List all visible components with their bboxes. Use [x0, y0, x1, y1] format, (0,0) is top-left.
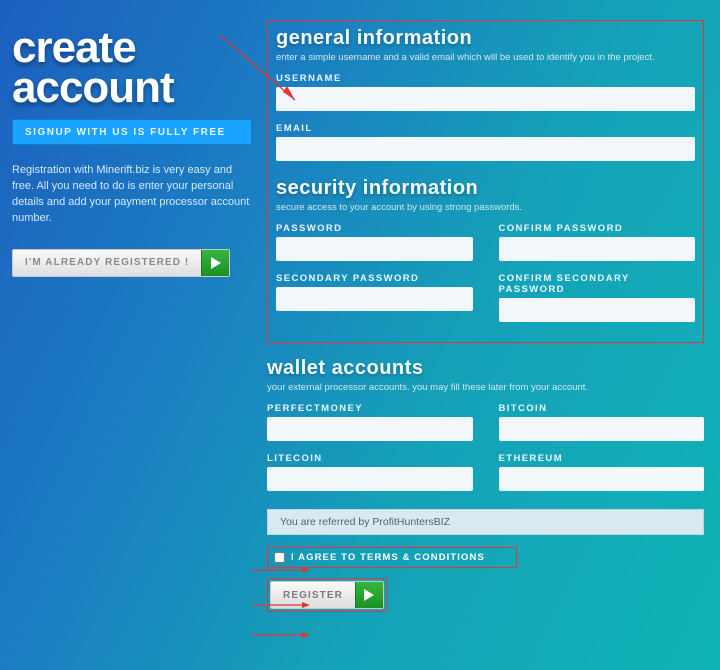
ethereum-label: ETHEREUM [499, 453, 705, 464]
ethereum-input[interactable] [499, 467, 705, 491]
signup-free-chip: SIGNUP WITH US IS FULLY FREE [12, 119, 252, 145]
litecoin-label: LITECOIN [267, 453, 473, 464]
password-label: PASSWORD [276, 223, 473, 234]
perfectmoney-input[interactable] [267, 417, 473, 441]
wallet-title: wallet accounts [267, 357, 704, 380]
username-input[interactable] [276, 87, 695, 111]
page-title: create account [12, 28, 253, 107]
email-input[interactable] [276, 137, 695, 161]
security-sub: secure access to your account by using s… [276, 202, 695, 213]
already-registered-label: I'M ALREADY REGISTERED ! [25, 257, 189, 268]
intro-text: Registration with Minerift.biz is very e… [12, 163, 252, 227]
title-line-2: account [12, 63, 174, 112]
confirm-password-input[interactable] [499, 237, 696, 261]
register-button[interactable]: REGISTER [270, 581, 384, 609]
bitcoin-label: BITCOIN [499, 403, 705, 414]
general-sub: enter a simple username and a valid emai… [276, 52, 695, 63]
secondary-password-input[interactable] [276, 287, 473, 311]
highlight-general-security: general information enter a simple usern… [267, 20, 704, 343]
bitcoin-input[interactable] [499, 417, 705, 441]
password-input[interactable] [276, 237, 473, 261]
play-icon [201, 250, 229, 276]
register-label: REGISTER [283, 590, 343, 601]
confirm-password-label: CONFIRM PASSWORD [499, 223, 696, 234]
general-title: general information [276, 27, 695, 50]
play-icon [355, 582, 383, 608]
username-label: USERNAME [276, 73, 695, 84]
terms-checkbox[interactable] [274, 552, 285, 563]
referral-text: You are referred by ProfitHuntersBIZ [280, 516, 450, 528]
security-title: security information [276, 177, 695, 200]
perfectmoney-label: PERFECTMONEY [267, 403, 473, 414]
register-highlight: REGISTER [267, 578, 387, 612]
confirm-secondary-password-label: CONFIRM SECONDARY PASSWORD [499, 273, 696, 295]
litecoin-input[interactable] [267, 467, 473, 491]
confirm-secondary-password-input[interactable] [499, 298, 696, 322]
annotation-arrow-icon [252, 631, 312, 639]
secondary-password-label: SECONDARY PASSWORD [276, 273, 473, 284]
referral-box: You are referred by ProfitHuntersBIZ [267, 509, 704, 535]
terms-box: I AGREE TO TERMS & CONDITIONS [267, 547, 517, 568]
already-registered-button[interactable]: I'M ALREADY REGISTERED ! [12, 249, 230, 277]
email-label: EMAIL [276, 123, 695, 134]
wallet-sub: your external processor accounts. you ma… [267, 382, 704, 393]
terms-label: I AGREE TO TERMS & CONDITIONS [291, 552, 485, 563]
